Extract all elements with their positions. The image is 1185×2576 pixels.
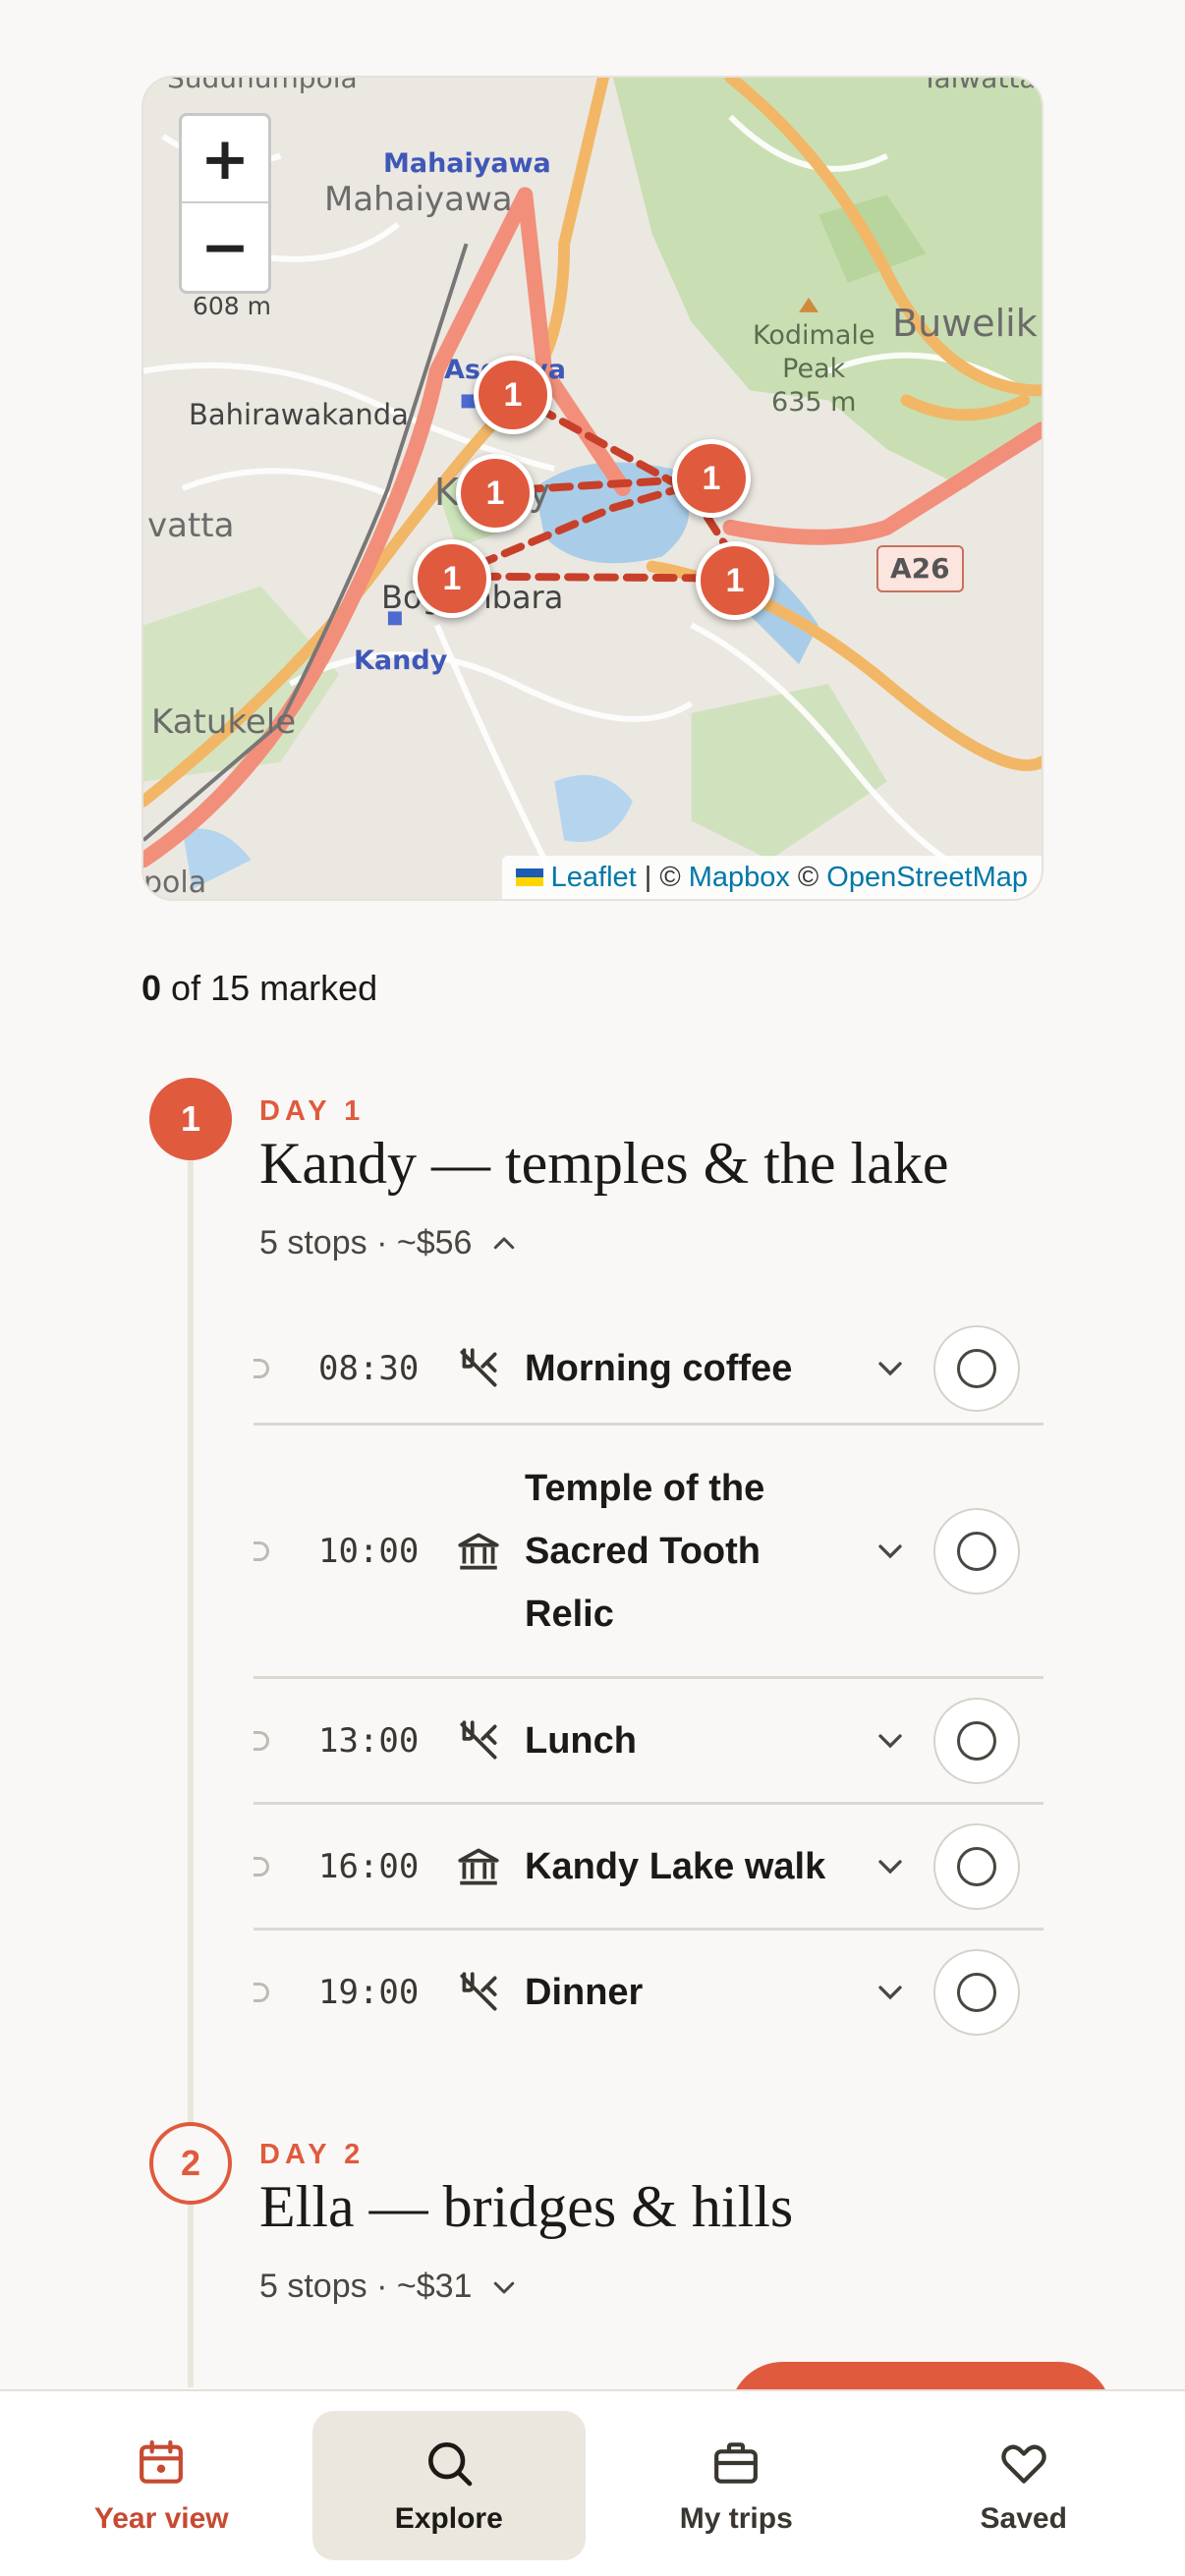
map-label: Talwatta (922, 76, 1037, 94)
drag-handle[interactable] (254, 1730, 269, 1751)
map-tiles (143, 78, 1042, 899)
stop-row[interactable]: 08:30 Morning coffee (254, 1314, 1044, 1426)
trip-map[interactable]: + − Mahaiyawa Mahaiyawa 608 m Buwelik Ko… (141, 76, 1044, 901)
day-toggle[interactable]: 5 stops · ~$31 (259, 2268, 519, 2306)
leaflet-link[interactable]: Leaflet (551, 862, 637, 894)
day-toggle[interactable]: 5 stops · ~$56 (259, 1224, 519, 1262)
heart-icon (1001, 2444, 1046, 2484)
stop-time: 19:00 (318, 1973, 420, 2012)
stop-time: 13:00 (318, 1720, 420, 1761)
map-label: Kandy (354, 645, 448, 676)
marked-counter: 0 of 15 marked (141, 968, 377, 1009)
marked-count-label: of 15 marked (171, 968, 378, 1008)
map-marker[interactable]: 1 (413, 539, 491, 618)
attribution-separator: | © (644, 861, 681, 893)
chevron-down-icon[interactable] (871, 1532, 910, 1571)
stop-row[interactable]: 13:00 Lunch (254, 1679, 1044, 1805)
drag-handle[interactable] (254, 1856, 269, 1876)
stop-row[interactable]: 19:00 Dinner (254, 1931, 1044, 2054)
map-attribution: Leaflet | © Mapbox © OpenStreetMap (501, 856, 1042, 899)
empty-circle-icon (957, 1973, 996, 2012)
map-label: Buwelik (892, 302, 1038, 345)
restaurant-icon (460, 1972, 497, 2011)
day-kicker: DAY 2 (259, 2139, 366, 2170)
zoom-out-button[interactable]: − (182, 203, 268, 291)
map-label: 608 m (193, 292, 272, 320)
zoom-control: + − (179, 113, 271, 294)
attribution-separator: © (797, 861, 819, 893)
day-kicker: DAY 1 (259, 1095, 366, 1127)
chevron-down-icon[interactable] (871, 1847, 910, 1886)
drag-handle[interactable] (254, 1358, 269, 1378)
map-label: Bahirawakanda (189, 398, 409, 431)
stop-row[interactable]: 10:00 Temple of the Sacred Tooth Relic (254, 1426, 1044, 1679)
chevron-down-icon (494, 2281, 515, 2293)
empty-circle-icon (957, 1531, 996, 1571)
mapbox-link[interactable]: Mapbox (689, 862, 790, 894)
nav-explore[interactable]: Explore (311, 2411, 586, 2560)
day-summary: 5 stops · ~$31 (259, 2268, 473, 2305)
ukraine-flag-icon (515, 868, 543, 886)
marked-count: 0 (141, 968, 162, 1008)
stop-time: 10:00 (318, 1531, 420, 1571)
mark-done-checkbox[interactable] (933, 1697, 1020, 1784)
briefcase-icon (714, 2442, 759, 2484)
stop-time: 08:30 (318, 1348, 420, 1388)
map-marker[interactable]: 1 (696, 541, 774, 620)
nav-my-trips[interactable]: My trips (599, 2411, 873, 2560)
drag-handle[interactable] (254, 1983, 269, 2002)
stop-time: 16:00 (318, 1846, 420, 1886)
drag-handle[interactable] (254, 1540, 269, 1561)
map-label: Suduhumpola (167, 76, 358, 94)
restaurant-icon (460, 1719, 497, 1760)
stop-row[interactable]: 16:00 Kandy Lake walk (254, 1805, 1044, 1931)
map-label: Kodimale Peak 635 m (753, 320, 875, 418)
empty-circle-icon (957, 1720, 996, 1761)
nav-label: My trips (679, 2502, 793, 2535)
chevron-down-icon[interactable] (871, 1973, 910, 2012)
stop-name: Dinner (525, 1972, 644, 2013)
stop-name: Kandy Lake walk (525, 1845, 826, 1887)
day-badge: 1 (149, 1078, 232, 1160)
stop-name: Morning coffee (525, 1347, 793, 1389)
temple-icon (458, 1532, 499, 1570)
mark-done-checkbox[interactable] (933, 1324, 1020, 1412)
chevron-down-icon[interactable] (871, 1349, 910, 1388)
nav-saved[interactable]: Saved (887, 2411, 1160, 2560)
nav-year-view[interactable]: Year view (25, 2411, 298, 2560)
stop-name: Lunch (525, 1719, 637, 1762)
mark-done-checkbox[interactable] (933, 1949, 1020, 2036)
empty-circle-icon (957, 1348, 996, 1388)
nav-label: Saved (980, 2502, 1067, 2535)
chevron-up-icon (494, 1237, 515, 1249)
map-marker[interactable]: 1 (672, 439, 751, 518)
day-badge: 2 (149, 2122, 232, 2205)
bottom-nav: Year view Explore My trips Saved (0, 2389, 1185, 2576)
restaurant-icon (460, 1347, 497, 1387)
nav-label: Explore (394, 2502, 503, 2535)
map-label: vatta (147, 506, 235, 545)
day-title: Ella — bridges & hills (259, 2174, 794, 2239)
map-marker[interactable]: 1 (456, 454, 535, 532)
map-label: Katukele (151, 702, 297, 742)
stop-name: Temple of the Sacred Tooth Relic (525, 1467, 765, 1635)
mark-done-checkbox[interactable] (933, 1507, 1020, 1595)
map-label: pola (143, 866, 207, 900)
temple-icon (458, 1847, 499, 1885)
search-icon (427, 2442, 473, 2487)
map-label: Mahaiyawa (324, 180, 513, 219)
calendar-icon (140, 2439, 184, 2484)
empty-circle-icon (957, 1846, 996, 1886)
day-summary: 5 stops · ~$56 (259, 1224, 473, 1261)
mark-done-checkbox[interactable] (933, 1822, 1020, 1910)
map-label: Mahaiyawa (383, 148, 551, 179)
zoom-in-button[interactable]: + (182, 116, 268, 203)
day-title: Kandy — temples & the lake (259, 1131, 949, 1196)
map-marker[interactable]: 1 (474, 356, 552, 434)
road-shield-a26: A26 (876, 545, 964, 592)
nav-label: Year view (93, 2502, 229, 2535)
openstreetmap-link[interactable]: OpenStreetMap (826, 862, 1028, 894)
chevron-down-icon[interactable] (871, 1721, 910, 1761)
